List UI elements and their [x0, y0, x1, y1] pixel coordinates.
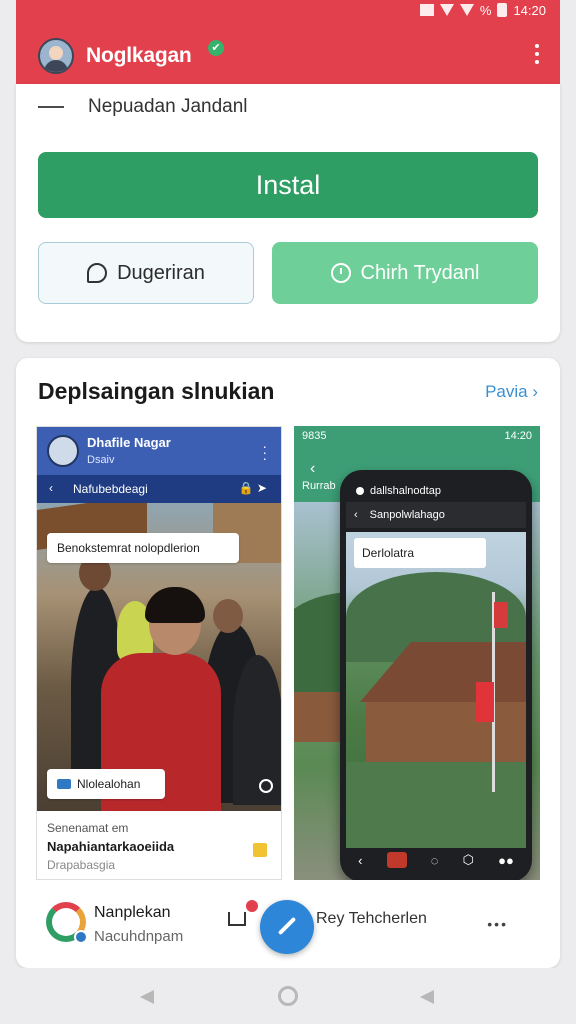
- screenshot-status-bar: 9835 14:20: [302, 430, 532, 442]
- tertiary-button[interactable]: Chirh Trydanl: [272, 242, 538, 304]
- screenshot-nav-icons: 🔒 ➤: [238, 481, 267, 495]
- screenshot-left[interactable]: Dhafile Nagar Dsaiv · · · ‹ Nafubebdeagi 🔒…: [36, 426, 282, 880]
- phone-app-icon: [386, 852, 407, 868]
- bookmark-icon: [253, 843, 267, 857]
- write-review-fab[interactable]: [260, 900, 314, 954]
- phone-back-icon: ‹: [354, 509, 358, 521]
- screenshot-footer: Senenamat em Napahiantarkaoeiida Drapaba…: [37, 811, 281, 879]
- developer-sub: Nacuhdnpam: [94, 928, 184, 945]
- screenshot-app-name: Dhafile Nagar: [87, 435, 171, 450]
- footer-line-c: Drapabasgia: [47, 858, 116, 872]
- phone-icon: ◌: [430, 852, 439, 868]
- clock-icon: [330, 263, 351, 283]
- screenshot-status-left: 9835: [302, 430, 327, 442]
- search-icon: [259, 779, 273, 793]
- screenshot-back-icon: ‹: [49, 481, 53, 495]
- phone-label: Derlolatra: [354, 538, 486, 568]
- verified-badge-icon: [74, 930, 88, 944]
- screenshot-menu-icon: · · ·: [262, 438, 267, 466]
- screenshot-back-icon: ‹: [310, 460, 316, 477]
- home-icon[interactable]: [278, 986, 298, 1006]
- status-time: 14:20: [513, 2, 546, 18]
- status-bar: % 14:20: [419, 2, 546, 18]
- install-button[interactable]: Instal: [38, 152, 538, 218]
- phone-flag: [494, 602, 508, 628]
- phone-nav-text: Sanpolwlahago: [369, 509, 445, 521]
- photo-label-bottom-text: Nlolealohan: [77, 777, 141, 791]
- tertiary-button-label: Chirh Trydanl: [360, 261, 480, 284]
- phone-bottom-bar: ‹ ◌ ⬡ ●●: [346, 846, 526, 874]
- battery-percent: %: [479, 2, 492, 18]
- secondary-button-label: Dugeriran: [117, 261, 205, 284]
- screenshot-app-header: Dhafile Nagar Dsaiv · · ·: [37, 427, 281, 475]
- screenshot-app-sub: Dsaiv: [87, 454, 115, 466]
- phone-flag: [476, 682, 494, 722]
- screenshot-photo: Benokstemrat nolopdlerion Nlolealohan: [37, 503, 281, 811]
- app-header: % 14:20 Noglkagan ✔: [16, 0, 560, 84]
- notification-badge: [246, 900, 258, 912]
- section-title: Deplsaingan slnukian: [38, 378, 275, 404]
- back-icon[interactable]: [140, 990, 154, 1004]
- review-label[interactable]: Rey Tehcherlen: [316, 910, 427, 928]
- phone-icon: ●●: [498, 852, 514, 868]
- landscape-house: [294, 692, 344, 742]
- wifi-icon: [439, 4, 454, 16]
- screenshot-small-label: Rurrab: [302, 480, 336, 492]
- phone-status: dallshalnodtap: [346, 480, 526, 502]
- avatar[interactable]: [38, 38, 74, 74]
- screenshot-nav: ‹ Nafubebdeagi 🔒 ➤: [37, 475, 281, 503]
- see-more-label: Pavia: [485, 382, 528, 401]
- phone-ground: [346, 762, 526, 848]
- verified-icon: ✔: [208, 40, 224, 56]
- signal-icon: [459, 4, 474, 16]
- phone-house-wall: [366, 702, 526, 762]
- screenshot-avatar: [47, 435, 79, 467]
- mute-icon: [419, 4, 434, 16]
- screenshots-card: Deplsaingan slnukian Pavia › Dhafile Nag…: [16, 358, 560, 968]
- photo-label-top: Benokstemrat nolopdlerion: [47, 533, 239, 563]
- pencil-icon: [277, 916, 297, 936]
- photo-label-bottom: Nlolealohan: [47, 769, 165, 799]
- screenshot-status-right: 14:20: [504, 430, 532, 442]
- footer-line-b: Napahiantarkaoeiida: [47, 839, 175, 854]
- avatar-face: [49, 46, 63, 60]
- see-more-link[interactable]: Pavia ›: [485, 382, 538, 402]
- chat-icon: [87, 263, 108, 283]
- screenshot-right[interactable]: 9835 14:20 ‹ Rurrab dallshalnodtap ‹ San…: [294, 426, 540, 880]
- chevron-right-icon: ›: [532, 382, 538, 401]
- phone-mockup: dallshalnodtap ‹ Sanpolwlahago Derlolatr…: [340, 470, 532, 880]
- recent-apps-icon[interactable]: [420, 990, 434, 1004]
- app-subtitle: Nepuadan Jandanl: [88, 96, 248, 117]
- app-logo-icon[interactable]: [46, 902, 88, 944]
- phone-icon: ⬡: [462, 852, 474, 867]
- phone-nav-back-icon: ‹: [358, 852, 363, 868]
- overflow-menu-icon[interactable]: [534, 44, 540, 66]
- share-icon[interactable]: [228, 912, 246, 926]
- phone-status-text: dallshalnodtap: [370, 485, 441, 497]
- system-nav-bar: [0, 968, 576, 1024]
- secondary-button[interactable]: Dugeriran: [38, 242, 254, 304]
- developer-row: Nanplekan Nacuhdnpam Rey Tehcherlen •••: [16, 888, 560, 968]
- tag-icon: [57, 779, 71, 789]
- page-title: Noglkagan: [86, 44, 192, 67]
- footer-line-a: Senenamat em: [47, 821, 129, 835]
- install-card: Nepuadan Jandanl Instal Dugeriran Chirh …: [16, 84, 560, 342]
- collapse-dash-icon[interactable]: [38, 106, 64, 108]
- screenshot-nav-text: Nafubebdeagi: [73, 482, 148, 496]
- phone-nav: ‹ Sanpolwlahago: [346, 502, 526, 528]
- camera-dot-icon: [356, 487, 364, 495]
- photo-person: [233, 655, 281, 805]
- phone-screen: Derlolatra: [346, 532, 526, 848]
- avatar-body: [44, 60, 68, 72]
- more-icon[interactable]: •••: [487, 916, 508, 932]
- photo-main-person-hair: [145, 587, 205, 623]
- developer-name[interactable]: Nanplekan: [94, 904, 171, 922]
- photo-person-head: [213, 599, 243, 633]
- battery-icon: [497, 3, 508, 17]
